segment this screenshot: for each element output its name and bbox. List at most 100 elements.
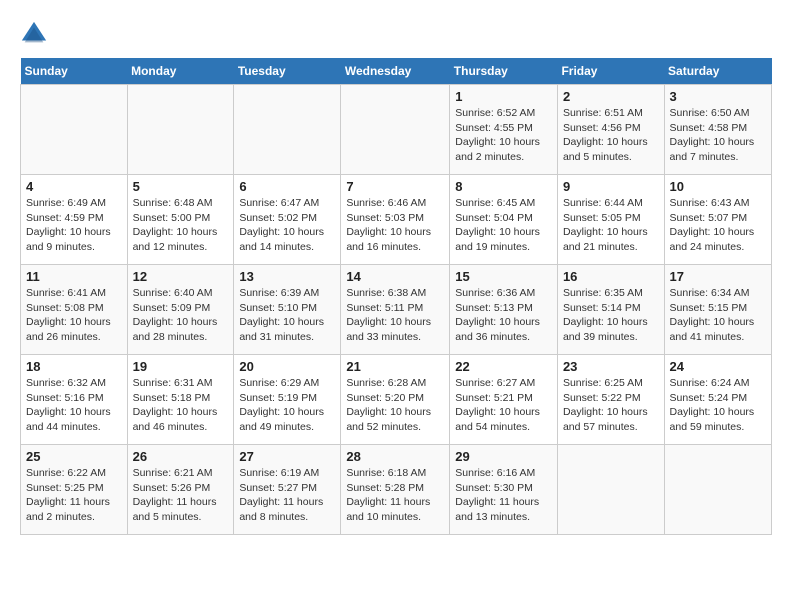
day-cell (127, 85, 234, 175)
day-detail: Sunrise: 6:35 AM Sunset: 5:14 PM Dayligh… (563, 286, 659, 345)
day-cell: 7 Sunrise: 6:46 AM Sunset: 5:03 PM Daylig… (341, 175, 450, 265)
header-day-wednesday: Wednesday (341, 58, 450, 85)
day-detail: Sunrise: 6:52 AM Sunset: 4:55 PM Dayligh… (455, 106, 552, 165)
day-cell: 23Sunrise: 6:25 AM Sunset: 5:22 PM Dayli… (557, 355, 664, 445)
day-number: 12 (133, 269, 229, 284)
day-number: 7 (346, 179, 444, 194)
day-cell: 21 Sunrise: 6:28 AM Sunset: 5:20 PM Dayli… (341, 355, 450, 445)
day-number: 4 (26, 179, 122, 194)
day-number: 17 (670, 269, 766, 284)
day-detail: Sunrise: 6:36 AM Sunset: 5:13 PM Dayligh… (455, 286, 552, 345)
day-cell: 28 Sunrise: 6:18 AM Sunset: 5:28 PM Dayli… (341, 445, 450, 535)
day-cell: 3Sunrise: 6:50 AM Sunset: 4:58 PM Daylig… (664, 85, 771, 175)
header-day-tuesday: Tuesday (234, 58, 341, 85)
day-cell: 29 Sunrise: 6:16 AM Sunset: 5:30 PM Dayli… (450, 445, 558, 535)
day-cell (664, 445, 771, 535)
day-number: 13 (239, 269, 335, 284)
day-detail: Sunrise: 6:32 AM Sunset: 5:16 PM Dayligh… (26, 376, 122, 435)
day-number: 18 (26, 359, 122, 374)
day-number: 22 (455, 359, 552, 374)
day-cell: 19 Sunrise: 6:31 AM Sunset: 5:18 PM Dayli… (127, 355, 234, 445)
day-number: 5 (133, 179, 229, 194)
day-cell: 2 Sunrise: 6:51 AM Sunset: 4:56 PM Daylig… (557, 85, 664, 175)
header-day-friday: Friday (557, 58, 664, 85)
day-cell (21, 85, 128, 175)
day-cell: 16 Sunrise: 6:35 AM Sunset: 5:14 PM Dayli… (557, 265, 664, 355)
day-cell: 1Sunrise: 6:52 AM Sunset: 4:55 PM Daylig… (450, 85, 558, 175)
calendar-header: SundayMondayTuesdayWednesdayThursdayFrid… (21, 58, 772, 85)
day-number: 14 (346, 269, 444, 284)
day-detail: Sunrise: 6:47 AM Sunset: 5:02 PM Dayligh… (239, 196, 335, 255)
day-cell: 22 Sunrise: 6:27 AM Sunset: 5:21 PM Dayli… (450, 355, 558, 445)
day-number: 28 (346, 449, 444, 464)
day-cell: 11 Sunrise: 6:41 AM Sunset: 5:08 PM Dayli… (21, 265, 128, 355)
day-cell (341, 85, 450, 175)
day-cell: 13Sunrise: 6:39 AM Sunset: 5:10 PM Dayli… (234, 265, 341, 355)
day-cell: 18 Sunrise: 6:32 AM Sunset: 5:16 PM Dayli… (21, 355, 128, 445)
header-day-monday: Monday (127, 58, 234, 85)
day-detail: Sunrise: 6:40 AM Sunset: 5:09 PM Dayligh… (133, 286, 229, 345)
day-number: 25 (26, 449, 122, 464)
day-cell: 6 Sunrise: 6:47 AM Sunset: 5:02 PM Daylig… (234, 175, 341, 265)
day-detail: Sunrise: 6:34 AM Sunset: 5:15 PM Dayligh… (670, 286, 766, 345)
day-detail: Sunrise: 6:51 AM Sunset: 4:56 PM Dayligh… (563, 106, 659, 165)
calendar-body: 1Sunrise: 6:52 AM Sunset: 4:55 PM Daylig… (21, 85, 772, 535)
day-detail: Sunrise: 6:28 AM Sunset: 5:20 PM Dayligh… (346, 376, 444, 435)
day-detail: Sunrise: 6:45 AM Sunset: 5:04 PM Dayligh… (455, 196, 552, 255)
day-cell: 8Sunrise: 6:45 AM Sunset: 5:04 PM Daylig… (450, 175, 558, 265)
day-cell (557, 445, 664, 535)
week-row-3: 11 Sunrise: 6:41 AM Sunset: 5:08 PM Dayli… (21, 265, 772, 355)
day-cell: 10 Sunrise: 6:43 AM Sunset: 5:07 PM Dayli… (664, 175, 771, 265)
day-detail: Sunrise: 6:44 AM Sunset: 5:05 PM Dayligh… (563, 196, 659, 255)
day-number: 27 (239, 449, 335, 464)
day-cell: 5Sunrise: 6:48 AM Sunset: 5:00 PM Daylig… (127, 175, 234, 265)
day-number: 23 (563, 359, 659, 374)
day-detail: Sunrise: 6:38 AM Sunset: 5:11 PM Dayligh… (346, 286, 444, 345)
day-number: 21 (346, 359, 444, 374)
day-number: 24 (670, 359, 766, 374)
day-cell: 26 Sunrise: 6:21 AM Sunset: 5:26 PM Dayli… (127, 445, 234, 535)
week-row-4: 18 Sunrise: 6:32 AM Sunset: 5:16 PM Dayli… (21, 355, 772, 445)
day-detail: Sunrise: 6:31 AM Sunset: 5:18 PM Dayligh… (133, 376, 229, 435)
day-cell: 9 Sunrise: 6:44 AM Sunset: 5:05 PM Daylig… (557, 175, 664, 265)
logo (20, 20, 52, 48)
header-day-thursday: Thursday (450, 58, 558, 85)
day-number: 26 (133, 449, 229, 464)
day-detail: Sunrise: 6:43 AM Sunset: 5:07 PM Dayligh… (670, 196, 766, 255)
day-number: 6 (239, 179, 335, 194)
day-detail: Sunrise: 6:46 AM Sunset: 5:03 PM Dayligh… (346, 196, 444, 255)
day-detail: Sunrise: 6:24 AM Sunset: 5:24 PM Dayligh… (670, 376, 766, 435)
day-cell: 15 Sunrise: 6:36 AM Sunset: 5:13 PM Dayli… (450, 265, 558, 355)
day-number: 20 (239, 359, 335, 374)
day-cell: 14 Sunrise: 6:38 AM Sunset: 5:11 PM Dayli… (341, 265, 450, 355)
calendar-table: SundayMondayTuesdayWednesdayThursdayFrid… (20, 58, 772, 535)
day-cell: 25Sunrise: 6:22 AM Sunset: 5:25 PM Dayli… (21, 445, 128, 535)
header-day-saturday: Saturday (664, 58, 771, 85)
day-number: 15 (455, 269, 552, 284)
day-detail: Sunrise: 6:49 AM Sunset: 4:59 PM Dayligh… (26, 196, 122, 255)
day-detail: Sunrise: 6:27 AM Sunset: 5:21 PM Dayligh… (455, 376, 552, 435)
day-cell (234, 85, 341, 175)
logo-icon (20, 20, 48, 48)
day-number: 29 (455, 449, 552, 464)
day-cell: 12 Sunrise: 6:40 AM Sunset: 5:09 PM Dayli… (127, 265, 234, 355)
page-header (20, 20, 772, 48)
day-detail: Sunrise: 6:19 AM Sunset: 5:27 PM Dayligh… (239, 466, 335, 525)
day-number: 19 (133, 359, 229, 374)
day-cell: 27 Sunrise: 6:19 AM Sunset: 5:27 PM Dayli… (234, 445, 341, 535)
day-number: 9 (563, 179, 659, 194)
day-detail: Sunrise: 6:18 AM Sunset: 5:28 PM Dayligh… (346, 466, 444, 525)
header-row: SundayMondayTuesdayWednesdayThursdayFrid… (21, 58, 772, 85)
day-number: 16 (563, 269, 659, 284)
day-number: 10 (670, 179, 766, 194)
day-number: 2 (563, 89, 659, 104)
day-cell: 20 Sunrise: 6:29 AM Sunset: 5:19 PM Dayli… (234, 355, 341, 445)
day-cell: 17 Sunrise: 6:34 AM Sunset: 5:15 PM Dayli… (664, 265, 771, 355)
day-number: 11 (26, 269, 122, 284)
header-day-sunday: Sunday (21, 58, 128, 85)
week-row-2: 4 Sunrise: 6:49 AM Sunset: 4:59 PM Daylig… (21, 175, 772, 265)
day-detail: Sunrise: 6:16 AM Sunset: 5:30 PM Dayligh… (455, 466, 552, 525)
day-detail: Sunrise: 6:41 AM Sunset: 5:08 PM Dayligh… (26, 286, 122, 345)
day-detail: Sunrise: 6:29 AM Sunset: 5:19 PM Dayligh… (239, 376, 335, 435)
day-detail: Sunrise: 6:21 AM Sunset: 5:26 PM Dayligh… (133, 466, 229, 525)
